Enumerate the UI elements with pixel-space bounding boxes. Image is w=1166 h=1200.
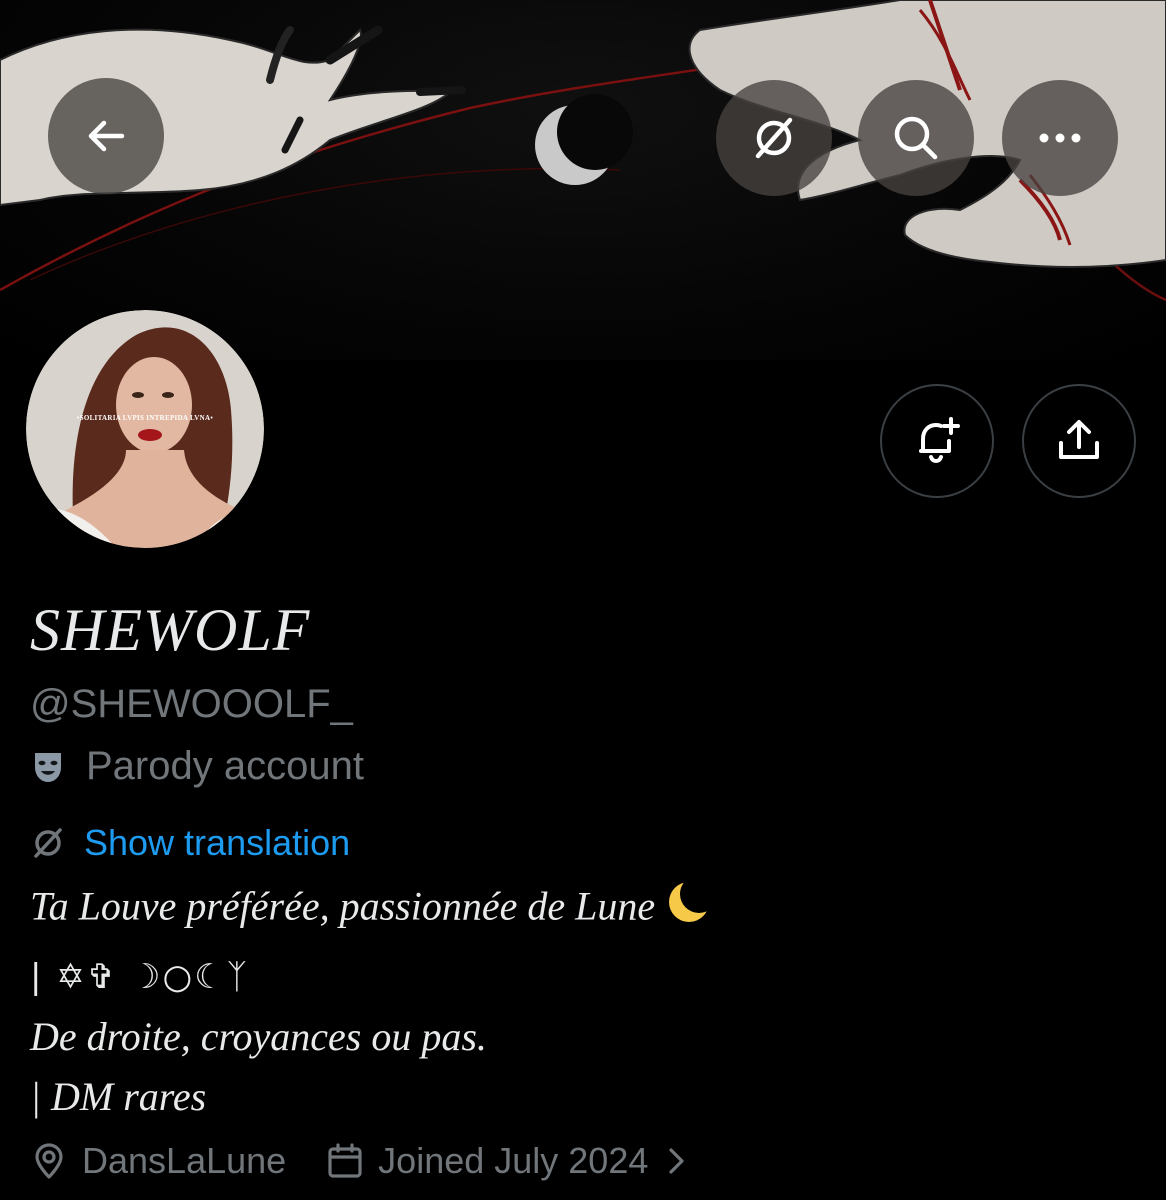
avatar-caption: •SOLITARIA LVPIS INTREPIDA LVNA• (76, 414, 214, 422)
bio-line-symbols: | ✡✞ ☽○☾ᛉ (30, 957, 250, 997)
search-icon (894, 116, 938, 160)
translate-icon (755, 117, 793, 159)
bio-line: De droite, croyances ou pas. (30, 1007, 715, 1067)
bio-line: | DM rares (30, 1067, 715, 1127)
show-translation-text[interactable]: Show translation (84, 822, 350, 864)
bio-line-text: | DM rares (30, 1074, 207, 1119)
profile-bio: Ta Louve préférée, passionnée de Lune | … (30, 875, 719, 1127)
more-button[interactable] (1002, 80, 1118, 196)
location: DansLaLune (30, 1140, 286, 1182)
profile-banner (0, 0, 1166, 360)
calendar-icon (328, 1143, 362, 1178)
share-button[interactable] (1022, 384, 1136, 498)
location-text: DansLaLune (82, 1140, 287, 1181)
parody-label: Parody account (30, 744, 364, 789)
bio-line-text: De droite, croyances ou pas. (30, 1014, 487, 1059)
share-upload-icon (1059, 420, 1099, 459)
moon-illustration (535, 94, 633, 185)
bio-line: | ✡✞ ☽○☾ᛉ (30, 945, 715, 1007)
translate-button[interactable] (716, 80, 832, 196)
arrow-left-icon (88, 120, 125, 152)
profile-meta: DansLaLune Joined July 2024 (30, 1140, 700, 1182)
show-translation-link[interactable]: Show translation (30, 822, 350, 864)
more-dots-icon (1039, 133, 1081, 143)
avatar-image (26, 310, 264, 548)
bio-line-text: Ta Louve préférée, passionnée de Lune (30, 883, 656, 929)
parody-label-text: Parody account (86, 744, 364, 788)
bio-line: Ta Louve préférée, passionnée de Lune (30, 875, 719, 945)
back-button[interactable] (48, 78, 164, 194)
search-button[interactable] (858, 80, 974, 196)
user-handle: @SHEWOOOLF_ (30, 682, 353, 726)
bell-plus-icon (919, 417, 960, 464)
display-name: SHEWOLF (30, 597, 311, 663)
location-pin-icon (35, 1143, 63, 1179)
crescent-moon-icon (663, 875, 719, 945)
join-date[interactable]: Joined July 2024 (326, 1140, 700, 1182)
join-date-text: Joined July 2024 (378, 1140, 649, 1181)
theater-mask-icon (30, 749, 66, 785)
translate-icon (30, 825, 66, 861)
banner-illustration (0, 0, 1166, 302)
notifications-button[interactable] (880, 384, 994, 498)
avatar[interactable]: •SOLITARIA LVPIS INTREPIDA LVNA• (26, 310, 264, 548)
chevron-right-icon (668, 1146, 700, 1176)
